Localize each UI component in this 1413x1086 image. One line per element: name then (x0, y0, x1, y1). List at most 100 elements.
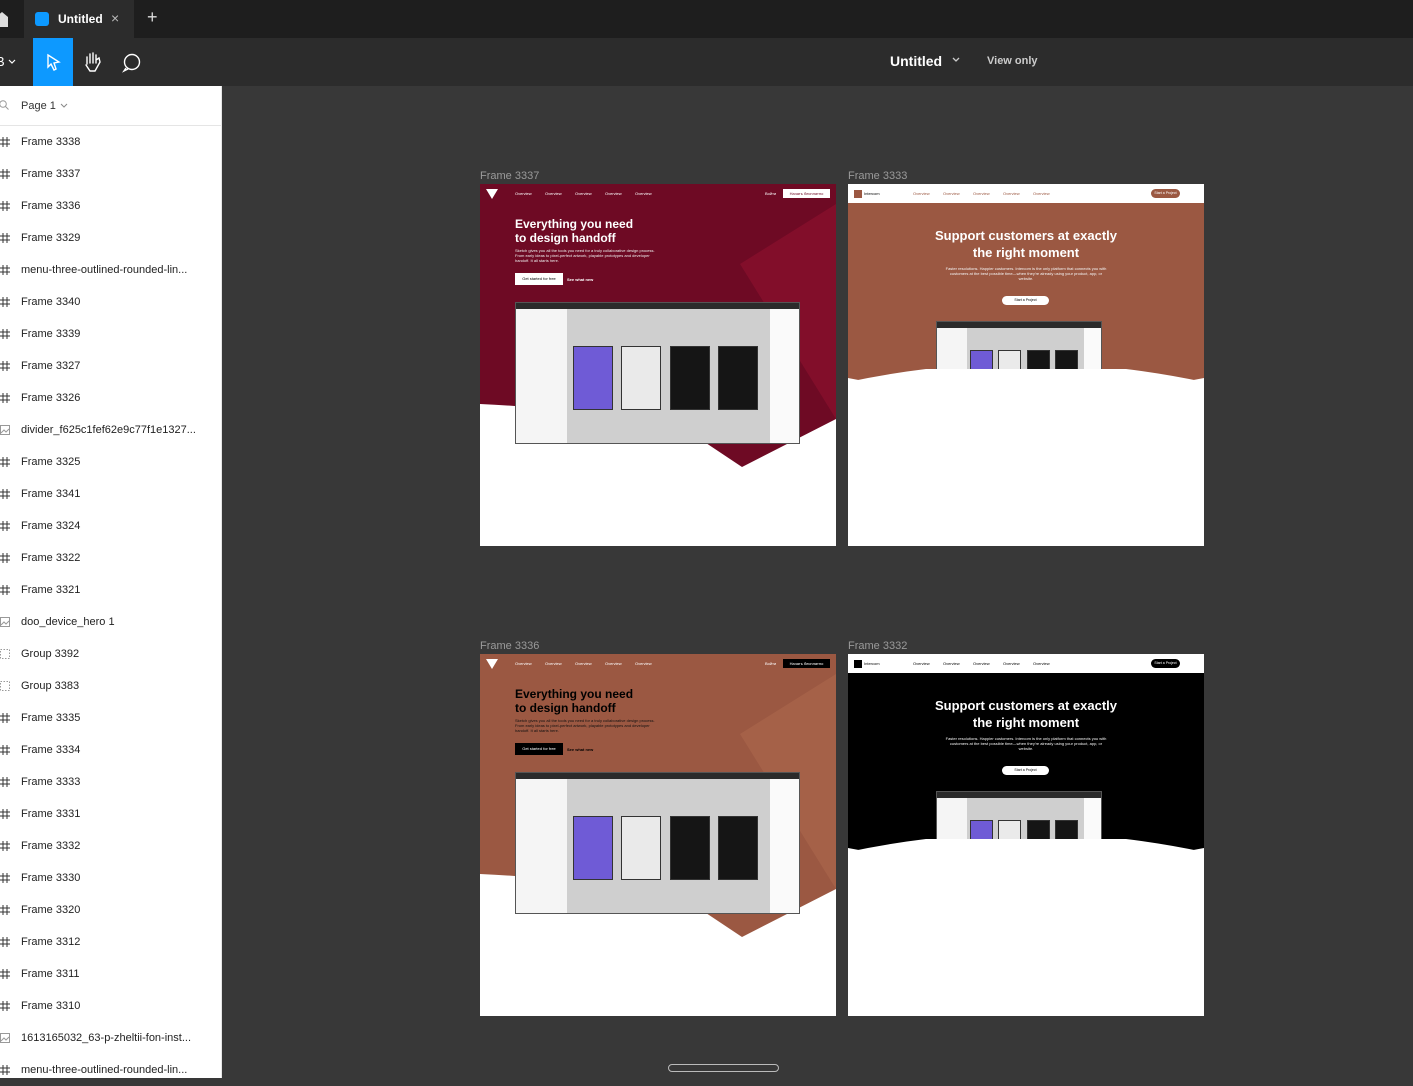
nav-link[interactable]: Overview (545, 661, 562, 666)
layer-item[interactable]: Frame 3340 (0, 286, 222, 318)
layer-item[interactable]: Frame 3337 (0, 158, 222, 190)
chevron-down-icon[interactable] (60, 103, 68, 109)
frame-label[interactable]: Frame 3333 (848, 170, 907, 182)
nav-link[interactable]: Overview (605, 191, 622, 196)
layer-item[interactable]: menu-three-outlined-rounded-lin... (0, 1054, 222, 1086)
headline-line: Support customers at exactly (934, 228, 1118, 243)
nav-start-project-button[interactable]: Start a Project (1151, 189, 1180, 198)
get-started-button[interactable]: Get started for free (515, 273, 563, 285)
start-free-button[interactable]: Начать бесплатно (783, 659, 830, 668)
layer-name: Frame 3335 (21, 712, 81, 724)
layer-item[interactable]: Frame 3325 (0, 446, 222, 478)
layer-item[interactable]: Frame 3329 (0, 222, 222, 254)
hand-tool-button[interactable] (73, 38, 113, 86)
nav-link[interactable]: Overview (605, 661, 622, 666)
layer-item[interactable]: Frame 3341 (0, 478, 222, 510)
frame-label[interactable]: Frame 3336 (480, 640, 539, 652)
chevron-down-icon[interactable] (951, 55, 961, 65)
start-free-button[interactable]: Начать бесплатно (783, 189, 830, 198)
frame-icon (0, 553, 10, 563)
nav-link[interactable]: Overview (1033, 191, 1050, 196)
layer-name: Frame 3336 (21, 200, 81, 212)
nav-link[interactable]: Overview (575, 661, 592, 666)
layer-item[interactable]: Frame 3321 (0, 574, 222, 606)
layer-item[interactable]: Frame 3311 (0, 958, 222, 990)
nav-link[interactable]: Overview (943, 661, 960, 666)
add-tab-icon[interactable]: + (147, 7, 158, 28)
nav-link[interactable]: Overview (1003, 191, 1020, 196)
see-whats-new-link[interactable]: See what new (567, 747, 593, 752)
layer-item[interactable]: divider_f625c1fef62e9c77f1e1327... (0, 414, 222, 446)
nav-link[interactable]: Overview (635, 191, 652, 196)
phone-mockup (718, 816, 758, 880)
nav-link[interactable]: Overview (515, 191, 532, 196)
headline-line: Support customers at exactly (934, 698, 1118, 713)
layer-item[interactable]: doo_device_hero 1 (0, 606, 222, 638)
login-link[interactable]: Войти (765, 191, 776, 196)
nav-link[interactable]: Overview (1033, 661, 1050, 666)
layer-item[interactable]: Frame 3324 (0, 510, 222, 542)
hero-headline: Support customers at exactly the right mo… (848, 697, 1204, 731)
layer-item[interactable]: Frame 3339 (0, 318, 222, 350)
frame-label[interactable]: Frame 3332 (848, 640, 907, 652)
design-frame[interactable]: Overview Overview Overview Overview Overview… (480, 184, 836, 546)
frame-icon (0, 713, 10, 723)
layer-name: Frame 3340 (21, 296, 81, 308)
frame-label[interactable]: Frame 3337 (480, 170, 539, 182)
nav-link[interactable]: Overview (575, 191, 592, 196)
layer-item[interactable]: Group 3392 (0, 638, 222, 670)
nav-link[interactable]: Overview (1003, 661, 1020, 666)
layer-item[interactable]: Group 3383 (0, 670, 222, 702)
frame-icon (0, 1065, 10, 1075)
layer-item[interactable]: Frame 3336 (0, 190, 222, 222)
layer-item[interactable]: Frame 3331 (0, 798, 222, 830)
nav-link[interactable]: Overview (515, 661, 532, 666)
layer-item[interactable]: Frame 3312 (0, 926, 222, 958)
design-frame[interactable]: Overview Overview Overview Overview Overview… (480, 654, 836, 1016)
horizontal-scrollbar[interactable] (668, 1064, 779, 1072)
layer-item[interactable]: Frame 3326 (0, 382, 222, 414)
nav-start-project-button[interactable]: Start a Project (1151, 659, 1180, 668)
page-selector[interactable]: Page 1 (0, 86, 222, 126)
nav-link[interactable]: Overview (635, 661, 652, 666)
layer-item[interactable]: Frame 3334 (0, 734, 222, 766)
brand-logo-icon (854, 190, 862, 198)
layer-item[interactable]: 1613165032_63-p-zheltii-fon-inst... (0, 1022, 222, 1054)
start-project-button[interactable]: Start a Project (1002, 296, 1049, 305)
layer-item[interactable]: Frame 3335 (0, 702, 222, 734)
document-title[interactable]: Untitled (890, 53, 942, 69)
layer-item[interactable]: Frame 3338 (0, 126, 222, 158)
main-menu-button[interactable]: B (0, 54, 16, 71)
nav-link[interactable]: Overview (973, 191, 990, 196)
layer-item[interactable]: Frame 3330 (0, 862, 222, 894)
layer-name: Group 3392 (21, 648, 80, 660)
layer-item[interactable]: Frame 3322 (0, 542, 222, 574)
nav-link[interactable]: Overview (973, 661, 990, 666)
login-link[interactable]: Войти (765, 661, 776, 666)
layer-item[interactable]: Frame 3332 (0, 830, 222, 862)
hero-body: Sketch gives you all the tools you need … (515, 718, 655, 733)
brand-name: Intercom (864, 661, 880, 666)
design-frame[interactable]: Intercom Overview Overview Overview Overview… (848, 184, 1204, 546)
layer-item[interactable]: menu-three-outlined-rounded-lin... (0, 254, 222, 286)
start-project-button[interactable]: Start a Project (1002, 766, 1049, 775)
nav-link[interactable]: Overview (913, 191, 930, 196)
home-icon[interactable] (0, 11, 8, 27)
move-tool-button[interactable] (33, 38, 73, 86)
layer-item[interactable]: Frame 3327 (0, 350, 222, 382)
see-whats-new-link[interactable]: See what new (567, 277, 593, 282)
canvas[interactable]: Frame 3337 Overview Overview Overview Overvi… (222, 86, 1413, 1078)
search-icon[interactable] (0, 100, 10, 110)
get-started-button[interactable]: Get started for free (515, 743, 563, 755)
nav-link[interactable]: Overview (545, 191, 562, 196)
layer-item[interactable]: Frame 3320 (0, 894, 222, 926)
comment-tool-button[interactable] (112, 38, 152, 86)
layer-item[interactable]: Frame 3310 (0, 990, 222, 1022)
phone-mockup (621, 346, 661, 410)
layer-item[interactable]: Frame 3333 (0, 766, 222, 798)
design-frame[interactable]: Intercom Overview Overview Overview Overview… (848, 654, 1204, 1016)
nav-link[interactable]: Overview (943, 191, 960, 196)
tab-untitled[interactable]: Untitled × (24, 0, 134, 38)
nav-link[interactable]: Overview (913, 661, 930, 666)
close-icon[interactable]: × (111, 10, 119, 26)
